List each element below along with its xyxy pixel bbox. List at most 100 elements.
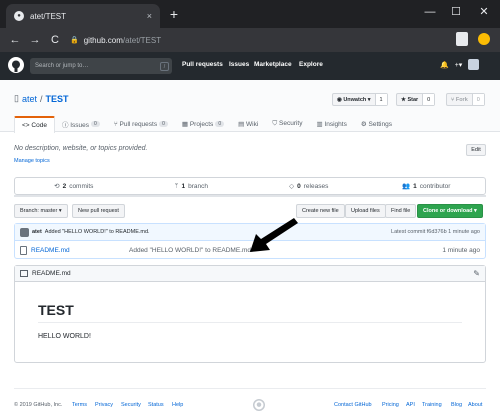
clone-download-button[interactable]: Clone or download ▾	[417, 204, 483, 218]
github-logo-icon[interactable]	[8, 57, 24, 73]
footer-api-link[interactable]: API	[406, 402, 415, 408]
star-label: ★ Star	[397, 94, 424, 105]
annotation-arrow-icon	[250, 218, 298, 252]
tab-close-icon[interactable]: ×	[147, 11, 152, 21]
contributor-label: contributor	[419, 182, 451, 190]
tab-projects-label: ▦ Projects	[181, 121, 214, 128]
nav-pull-requests[interactable]: Pull requests	[182, 61, 223, 68]
star-button[interactable]: ★ Star 0	[396, 93, 436, 106]
github-footer-logo-icon[interactable]	[253, 399, 265, 411]
search-shortcut-key: /	[160, 61, 169, 71]
url-path: /atet/TEST	[122, 35, 162, 45]
fork-button[interactable]: ⑂ Fork 0	[446, 93, 485, 106]
commits-link[interactable]: ⟲ 2 commits	[15, 178, 133, 194]
branch-select-button[interactable]: Branch: master ▾	[14, 204, 68, 218]
tag-icon: ◇	[289, 183, 295, 190]
footer-status-link[interactable]: Status	[148, 402, 164, 408]
unwatch-button[interactable]: ◉ Unwatch ▾ 1	[332, 93, 388, 106]
tab-pull-requests[interactable]: ⑂ Pull requests 0	[107, 116, 175, 132]
fork-count: 0	[472, 94, 484, 105]
find-file-button[interactable]: Find file	[385, 204, 417, 218]
tab-settings-label: ⚙ Settings	[360, 121, 392, 128]
footer-contact-link[interactable]: Contact GitHub	[334, 402, 372, 408]
nav-marketplace[interactable]: Marketplace	[254, 61, 292, 68]
browser-tab[interactable]: ● atet/TEST ×	[6, 4, 160, 28]
tab-pull-requests-badge: 0	[159, 121, 168, 127]
releases-label: releases	[303, 182, 329, 190]
window-close-button[interactable]: ✕	[474, 2, 494, 22]
nav-issues[interactable]: Issues	[229, 61, 249, 68]
readme-title: TEST	[38, 302, 74, 318]
footer-pricing-link[interactable]: Pricing	[382, 402, 399, 408]
footer-blog-link[interactable]: Blog	[451, 402, 462, 408]
footer-terms-link[interactable]: Terms	[72, 402, 87, 408]
commit-author-avatar[interactable]	[20, 227, 29, 237]
browser-tab-title: atet/TEST	[30, 11, 67, 21]
upload-files-button[interactable]: Upload files	[345, 204, 386, 218]
footer-help-link[interactable]: Help	[172, 402, 183, 408]
minimize-button[interactable]: —	[420, 2, 440, 22]
repo-name-link[interactable]: TEST	[45, 94, 68, 104]
create-new-menu-icon[interactable]: +▾	[455, 61, 463, 69]
commit-author[interactable]: atet	[32, 229, 42, 235]
file-age: 1 minute ago	[442, 246, 480, 254]
tab-wiki-label: ▤ Wiki	[238, 121, 259, 128]
search-input[interactable]: Search or jump to… /	[30, 58, 172, 74]
branch-count: 1	[181, 182, 186, 190]
repo-book-icon: ▯	[14, 93, 19, 103]
branches-link[interactable]: ᛘ 1 branch	[133, 178, 251, 194]
contributors-link[interactable]: 👥 1 contributor	[368, 178, 486, 194]
footer-about-link[interactable]: About	[468, 402, 482, 408]
extension-icon[interactable]	[456, 32, 468, 46]
address-bar[interactable]: 🔒 github.com/atet/TEST ⌕	[70, 31, 466, 49]
commits-icon: ⟲	[54, 183, 60, 190]
readme-filename: README.md	[32, 270, 71, 277]
profile-avatar-icon[interactable]	[478, 33, 490, 45]
repo-summary-bar: ⟲ 2 commits ᛘ 1 branch ◇ 0 releases 👥 1 contribu…	[14, 177, 486, 195]
unwatch-label: ◉ Unwatch ▾	[333, 94, 376, 105]
unwatch-count: 1	[375, 94, 387, 105]
tab-issues[interactable]: ⓘ Issues 0	[55, 116, 107, 132]
releases-link[interactable]: ◇ 0 releases	[250, 178, 368, 194]
manage-topics-link[interactable]: Manage topics	[14, 158, 50, 164]
maximize-button[interactable]: ☐	[446, 2, 466, 22]
tab-issues-badge: 0	[91, 121, 100, 127]
search-placeholder: Search or jump to…	[35, 63, 89, 69]
readme-body: HELLO WORLD!	[38, 333, 91, 340]
edit-readme-pencil-icon[interactable]: ✎	[473, 269, 480, 278]
contributor-count: 1	[413, 182, 417, 190]
people-icon: 👥	[402, 183, 411, 190]
file-icon	[20, 245, 27, 255]
file-name-link[interactable]: README.md	[31, 247, 129, 254]
reload-button[interactable]: C	[46, 31, 64, 49]
tab-projects[interactable]: ▦ Projects 0	[175, 116, 231, 132]
footer-training-link[interactable]: Training	[422, 402, 442, 408]
repo-title: ▯ atet / TEST	[14, 93, 69, 104]
tab-settings[interactable]: ⚙ Settings	[354, 116, 399, 132]
edit-description-button[interactable]: Edit	[466, 144, 486, 156]
commit-message[interactable]: Added "HELLO WORLD!" to README.md.	[45, 229, 150, 235]
tab-issues-label: ⓘ Issues	[61, 122, 90, 129]
new-tab-button[interactable]: +	[166, 6, 182, 22]
tab-insights[interactable]: ▥ Insights	[310, 116, 354, 132]
tab-code[interactable]: <> Code	[14, 116, 55, 133]
lock-icon: 🔒	[70, 37, 79, 44]
star-count: 0	[423, 94, 435, 105]
footer-security-link[interactable]: Security	[121, 402, 141, 408]
repo-owner-link[interactable]: atet	[22, 94, 37, 104]
repo-description: No description, website, or topics provi…	[14, 145, 148, 152]
copyright: © 2019 GitHub, Inc.	[14, 402, 63, 408]
create-new-file-button[interactable]: Create new file	[296, 204, 345, 218]
forward-button[interactable]: →	[26, 31, 44, 49]
back-button[interactable]: ←	[6, 31, 24, 49]
new-pull-request-button[interactable]: New pull request	[72, 204, 125, 218]
book-icon	[20, 270, 28, 277]
notification-bell-icon[interactable]: 🔔	[440, 61, 449, 69]
footer-privacy-link[interactable]: Privacy	[95, 402, 113, 408]
tab-wiki[interactable]: ▤ Wiki	[231, 116, 265, 132]
nav-explore[interactable]: Explore	[299, 61, 323, 68]
releases-count: 0	[297, 182, 301, 190]
latest-commit-info[interactable]: Latest commit f6d376b 1 minute ago	[391, 229, 480, 235]
tab-security[interactable]: ⛉ Security	[265, 116, 309, 132]
user-avatar[interactable]	[468, 59, 480, 70]
